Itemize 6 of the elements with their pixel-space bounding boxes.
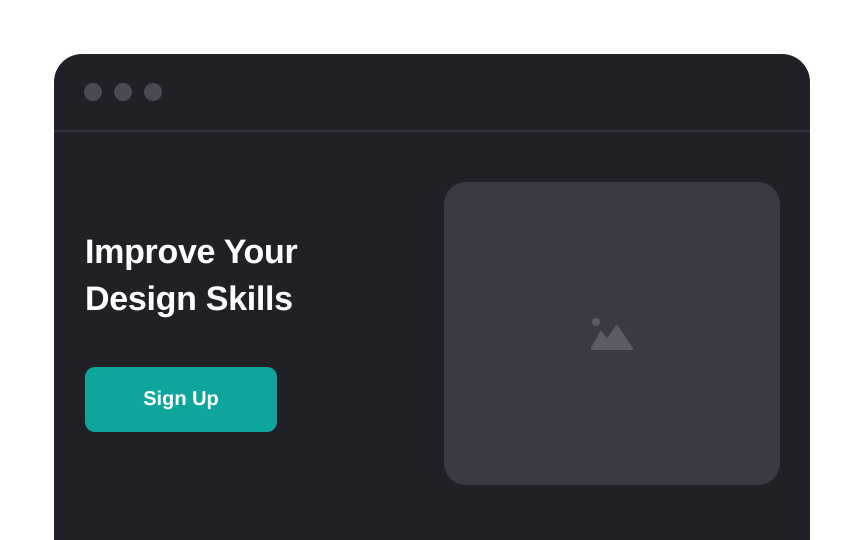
- image-icon: [591, 318, 633, 350]
- window-dot[interactable]: [84, 83, 102, 101]
- hero-heading: Improve Your Design Skills: [85, 232, 298, 320]
- window-dot[interactable]: [144, 83, 162, 101]
- sign-up-button[interactable]: Sign Up: [85, 367, 277, 432]
- window-dot[interactable]: [114, 83, 132, 101]
